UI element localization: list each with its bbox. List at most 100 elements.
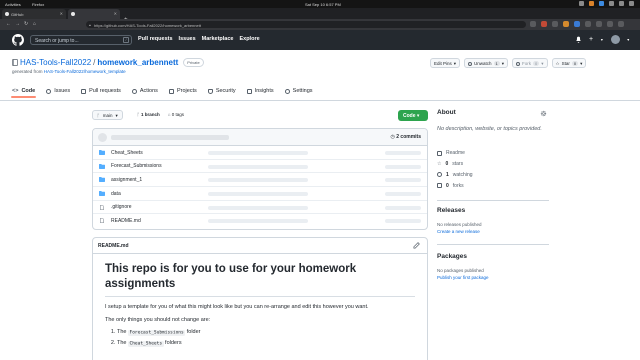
browser-tab-active[interactable]: ✕ <box>68 9 120 19</box>
chevron-down-icon[interactable]: ▼ <box>627 38 630 42</box>
about-links: Readme ☆ 0 stars 1 watching 0 forks <box>437 148 473 191</box>
star-icon: ☆ <box>437 161 442 168</box>
chevron-down-icon[interactable]: ▼ <box>600 38 603 42</box>
extension-icon[interactable] <box>596 21 602 27</box>
tray-icon[interactable] <box>599 1 604 6</box>
commit-message-placeholder <box>208 178 308 183</box>
branches-link[interactable]: ᚴ 1 branch <box>137 112 160 117</box>
commit-date-placeholder <box>385 178 421 183</box>
readme-filename[interactable]: README.md <box>98 243 129 249</box>
extension-icon[interactable] <box>607 21 613 27</box>
star-button[interactable]: ☆ Star 0 ▾ <box>551 58 587 68</box>
power-icon[interactable] <box>629 1 634 6</box>
system-tray[interactable] <box>579 1 634 6</box>
file-name[interactable]: README.md <box>111 218 141 224</box>
tab-projects[interactable]: Projects <box>168 85 197 97</box>
edit-pins-button[interactable]: Edit Pins ▾ <box>430 58 461 68</box>
list-item-text: folder <box>185 329 201 335</box>
nav-explore[interactable]: Explore <box>239 36 259 42</box>
repo-action-buttons: Edit Pins ▾ Unwatch 1 ▾ Fork 0 ▾ ☆ Star … <box>430 58 587 68</box>
publish-package-link[interactable]: Publish your first package <box>437 275 489 280</box>
tab-issues[interactable]: Issues <box>46 85 70 97</box>
branch-name: main <box>102 113 113 118</box>
create-release-link[interactable]: Create a new release <box>437 229 480 234</box>
tray-icon[interactable] <box>579 1 584 6</box>
extension-icon[interactable] <box>530 21 536 27</box>
home-icon[interactable]: ⌂ <box>33 21 36 27</box>
notification-bell-icon[interactable] <box>575 36 582 43</box>
gear-icon[interactable] <box>540 110 547 117</box>
nav-pull-requests[interactable]: Pull requests <box>138 36 173 42</box>
play-icon <box>131 88 137 94</box>
nav-issues[interactable]: Issues <box>179 36 196 42</box>
packages-heading[interactable]: Packages <box>437 253 467 260</box>
github-logo-icon[interactable] <box>12 34 24 46</box>
stars-link[interactable]: ☆ 0 stars <box>437 159 473 170</box>
browser-tab[interactable]: GitHub ✕ <box>2 9 66 19</box>
extension-icon[interactable] <box>563 21 569 27</box>
pencil-icon[interactable] <box>413 242 420 249</box>
branch-select-button[interactable]: ᚴ main ▾ <box>92 110 123 120</box>
commits-link[interactable]: ◷ 2 commits <box>391 134 422 140</box>
tags-link[interactable]: ⌂ 0 tags <box>168 112 184 117</box>
close-tab-icon[interactable]: ✕ <box>114 11 117 16</box>
commit-message-placeholder <box>208 164 308 169</box>
unwatch-button[interactable]: Unwatch 1 ▾ <box>464 58 509 68</box>
tab-security[interactable]: Security <box>207 85 236 97</box>
tab-insights[interactable]: Insights <box>246 85 274 97</box>
template-link[interactable]: HAS-Tools-Fall2022/homework_template <box>44 69 126 74</box>
code-button-label: Code <box>403 112 416 119</box>
file-row[interactable]: assignment_1 <box>93 173 427 188</box>
code-dropdown-button[interactable]: Code ▾ <box>398 110 428 121</box>
repo-icon <box>12 59 18 66</box>
readme-link[interactable]: Readme <box>437 148 473 159</box>
issue-icon <box>46 88 52 94</box>
user-avatar[interactable] <box>610 35 620 44</box>
search-input[interactable]: Search or jump to... / <box>30 35 132 45</box>
file-row[interactable]: Cheat_Sheets <box>93 146 427 160</box>
clock[interactable]: Sat Sep 10 6:57 PM <box>305 2 341 7</box>
tab-pull-requests[interactable]: Pull requests <box>81 85 121 97</box>
forks-link[interactable]: 0 forks <box>437 180 473 191</box>
repo-owner-link[interactable]: HAS-Tools-Fall2022 <box>20 58 91 67</box>
tab-code[interactable]: <> Code <box>10 85 37 98</box>
extension-icon[interactable] <box>585 21 591 27</box>
file-name[interactable]: .gitignore <box>111 204 132 210</box>
global-nav: Pull requests Issues Marketplace Explore <box>138 36 260 42</box>
file-name[interactable]: Cheat_Sheets <box>111 150 143 156</box>
volume-icon[interactable] <box>619 1 624 6</box>
activities-button[interactable]: Activities <box>5 2 21 7</box>
file-row[interactable]: data <box>93 187 427 201</box>
chevron-down-icon: ▾ <box>416 112 420 119</box>
fork-button[interactable]: Fork 0 ▾ <box>512 58 548 68</box>
file-name[interactable]: Forecast_Submissions <box>111 163 162 169</box>
releases-heading[interactable]: Releases <box>437 207 465 214</box>
extension-icon[interactable] <box>574 21 580 27</box>
network-icon[interactable] <box>609 1 614 6</box>
fork-icon <box>516 61 521 66</box>
back-icon[interactable]: ← <box>6 21 11 27</box>
tray-icon[interactable] <box>589 1 594 6</box>
extension-icon[interactable] <box>541 21 547 27</box>
create-new-icon[interactable]: + <box>589 36 593 43</box>
extension-icon[interactable] <box>552 21 558 27</box>
menu-icon[interactable] <box>618 21 624 27</box>
close-tab-icon[interactable]: ✕ <box>60 11 63 16</box>
nav-marketplace[interactable]: Marketplace <box>202 36 234 42</box>
reload-icon[interactable]: ↻ <box>24 21 28 27</box>
path-separator: / <box>93 58 96 67</box>
file-name[interactable]: data <box>111 191 121 197</box>
file-row[interactable]: README.md <box>93 214 427 228</box>
tab-actions[interactable]: Actions <box>131 85 158 97</box>
app-menu[interactable]: Firefox <box>32 2 44 7</box>
forward-icon[interactable]: → <box>15 21 20 27</box>
tab-settings[interactable]: Settings <box>284 85 313 97</box>
address-bar[interactable]: 🔒︎ https://github.com/HAS-Tools-Fall2022… <box>86 21 526 28</box>
repo-name-link[interactable]: homework_arbennett <box>97 58 178 67</box>
file-row[interactable]: .gitignore <box>93 201 427 215</box>
lock-icon[interactable]: 🔒︎ <box>89 23 91 27</box>
file-row[interactable]: Forecast_Submissions <box>93 160 427 174</box>
commit-loading-placeholder <box>111 135 229 140</box>
file-name[interactable]: assignment_1 <box>111 177 142 183</box>
watching-link[interactable]: 1 watching <box>437 170 473 181</box>
